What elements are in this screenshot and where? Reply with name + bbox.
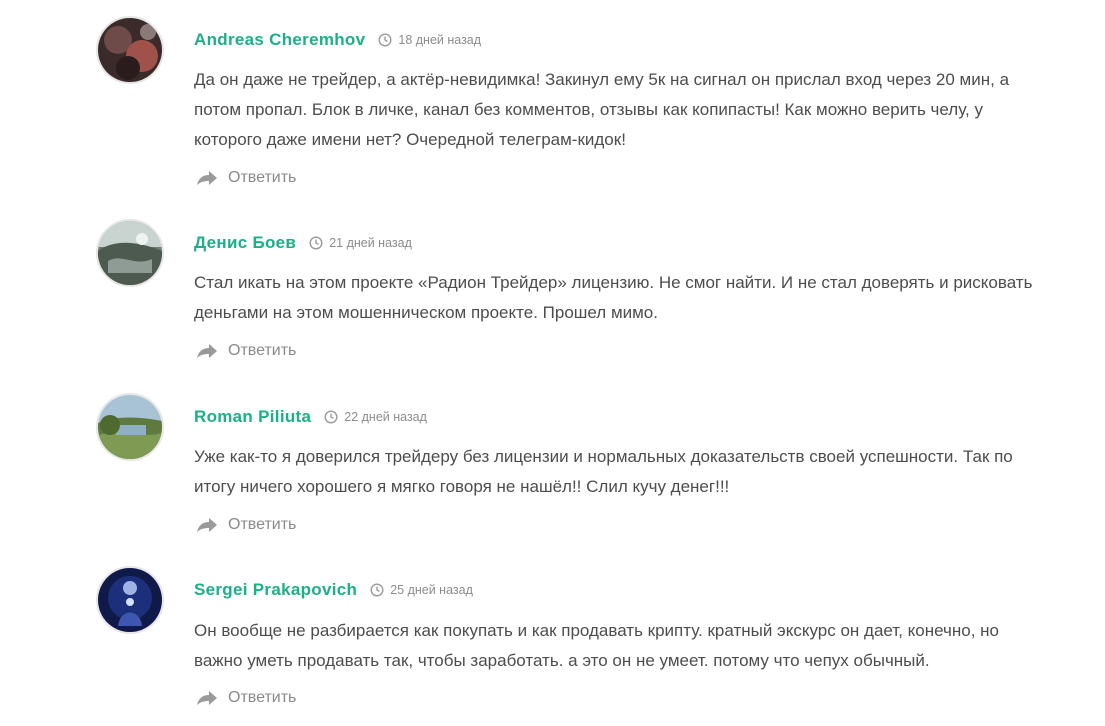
reply-arrow-icon bbox=[197, 691, 217, 705]
clock-icon bbox=[378, 33, 392, 47]
author-name[interactable]: Денис Боев bbox=[194, 233, 296, 253]
comment-date: 25 дней назад bbox=[390, 583, 473, 597]
comment-meta: Andreas Cheremhov 18 дней назад bbox=[194, 28, 481, 52]
author-name[interactable]: Andreas Cheremhov bbox=[194, 30, 365, 50]
comment-text: Стал икать на этом проекте «Радион Трейд… bbox=[194, 273, 1033, 322]
reply-arrow-icon bbox=[197, 171, 217, 185]
comment-text: Он вообще не разбирается как покупать и … bbox=[194, 621, 1000, 670]
reply-label: Ответить bbox=[228, 689, 297, 706]
reply-arrow-icon bbox=[197, 344, 217, 358]
clock-icon bbox=[324, 410, 338, 424]
comment-meta: Sergei Prakapovich 25 дней назад bbox=[194, 578, 473, 602]
comment-date: 18 дней назад bbox=[398, 33, 482, 47]
comment-text: Уже как-то я доверился трейдеру без лице… bbox=[194, 447, 1013, 496]
comment-meta: Roman Piliuta 22 дней назад bbox=[194, 405, 427, 429]
avatar[interactable] bbox=[96, 16, 164, 84]
reply-label: Ответить bbox=[228, 516, 297, 533]
reply-button[interactable]: Ответить bbox=[196, 686, 296, 710]
reply-button[interactable]: Ответить bbox=[196, 339, 296, 363]
comment-text: Да он даже не трейдер, а актёр-невидимка… bbox=[194, 70, 1010, 149]
avatar[interactable] bbox=[96, 566, 164, 634]
avatar[interactable] bbox=[96, 219, 164, 287]
avatar[interactable] bbox=[96, 393, 164, 461]
clock-icon bbox=[309, 236, 323, 250]
reply-button[interactable]: Ответить bbox=[196, 513, 296, 537]
comment-date: 22 дней назад bbox=[344, 410, 427, 424]
reply-button[interactable]: Ответить bbox=[196, 166, 296, 190]
reply-label: Ответить bbox=[228, 169, 297, 186]
author-name[interactable]: Roman Piliuta bbox=[194, 407, 311, 427]
author-name[interactable]: Sergei Prakapovich bbox=[194, 580, 357, 600]
comment-date: 21 дней назад bbox=[329, 236, 412, 250]
comment-meta: Денис Боев 21 дней назад bbox=[194, 231, 412, 255]
reply-arrow-icon bbox=[197, 518, 217, 532]
clock-icon bbox=[370, 583, 384, 597]
reply-label: Ответить bbox=[228, 342, 297, 359]
